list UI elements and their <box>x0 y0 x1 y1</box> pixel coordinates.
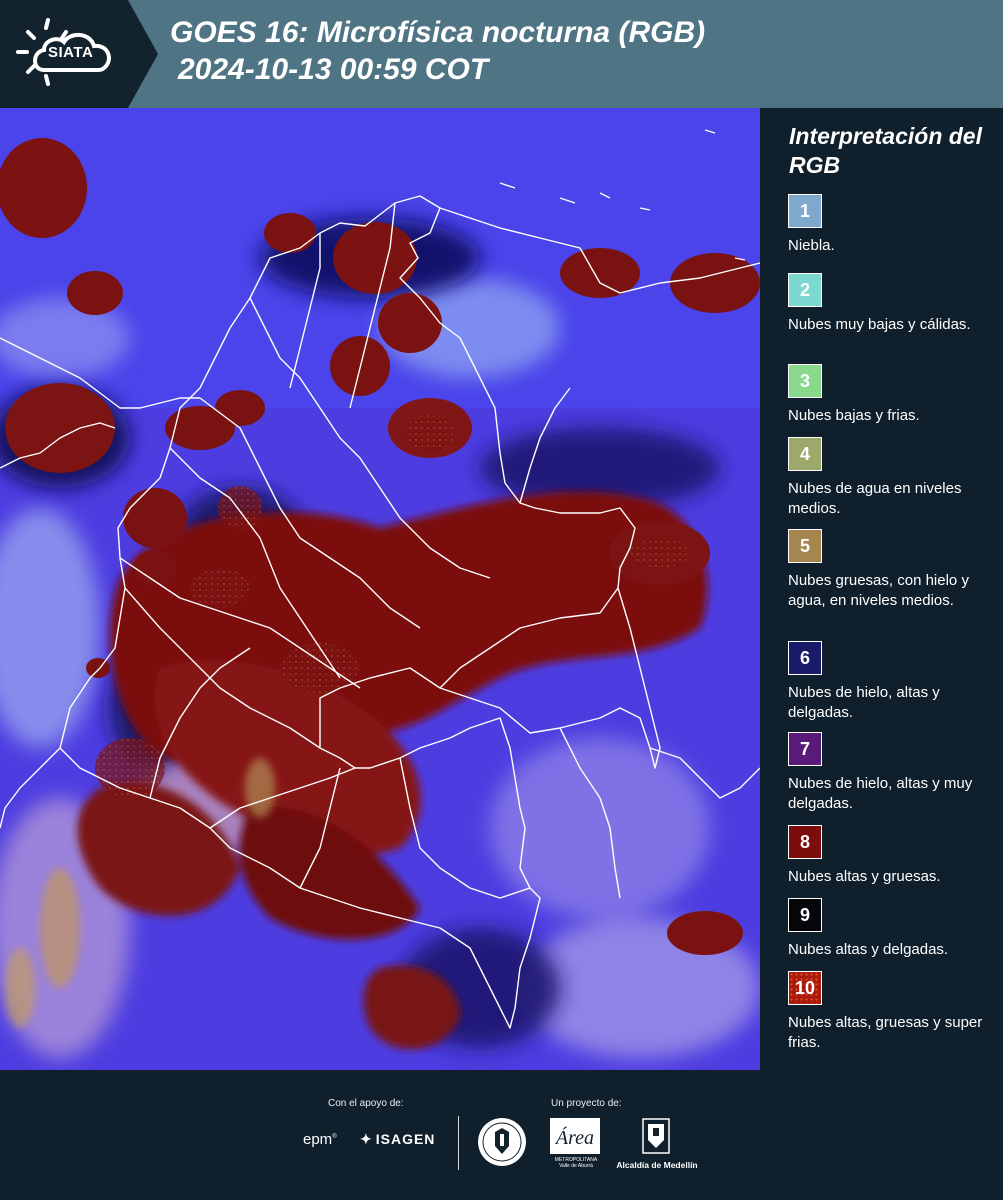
legend-swatch: 2 <box>788 273 822 307</box>
project-caption: Un proyecto de: <box>551 1098 622 1109</box>
legend-swatch: 7 <box>788 732 822 766</box>
satellite-image <box>0 108 760 1070</box>
legend-description: Nubes bajas y frias. <box>788 407 920 424</box>
area-logo-text: METROPOLITANA Valle de Aburrá <box>554 1157 598 1169</box>
legend-swatch: 8 <box>788 825 822 859</box>
legend-item-nubes-bajas: 3 Nubes bajas y frias. <box>788 364 998 426</box>
legend-description: Niebla. <box>788 237 835 254</box>
page-title: GOES 16: Microfísica nocturna (RGB) <box>170 16 706 49</box>
legend-swatch: 3 <box>788 364 822 398</box>
legend-item-nubes-altas-delgadas: 9 Nubes altas y delgadas. <box>788 898 998 960</box>
legend-swatch: 4 <box>788 437 822 471</box>
svg-text:Área: Área <box>554 1126 594 1149</box>
legend-description: Nubes muy bajas y cálidas. <box>788 316 971 333</box>
header-bar: SIATA GOES 16: Microfísica nocturna (RGB… <box>0 0 1003 108</box>
page-timestamp: 2024-10-13 00:59 COT <box>178 53 489 86</box>
legend-swatch: 10 <box>788 971 822 1005</box>
legend-item-nubes-agua-medios: 4 Nubes de agua en niveles medios. <box>788 437 998 519</box>
legend-item-nubes-super-frias: 10 Nubes altas, gruesas y super frias. <box>788 971 998 1053</box>
legend-title: Interpretación del RGB <box>789 123 982 178</box>
siata-logo-text: SIATA <box>48 44 94 61</box>
legend-item-niebla: 1 Niebla. <box>788 194 998 256</box>
legend-item-nubes-gruesas-hielo-agua: 5 Nubes gruesas, con hielo y agua, en ni… <box>788 529 998 611</box>
footer-divider <box>458 1116 459 1170</box>
alcaldia-logo-text: Alcaldía de Medellín <box>616 1160 698 1170</box>
legend-description: Nubes altas y delgadas. <box>788 941 949 958</box>
legend-swatch: 5 <box>788 529 822 563</box>
isagen-logo: ✦ ISAGEN <box>360 1131 435 1148</box>
isagen-mark-icon: ✦ <box>360 1131 373 1147</box>
legend-description: Nubes de agua en niveles medios. <box>788 480 962 517</box>
legend-description: Nubes altas, gruesas y super frias. <box>788 1014 983 1051</box>
legend-item-nubes-muy-bajas: 2 Nubes muy bajas y cálidas. <box>788 273 998 335</box>
isagen-logo-text: ISAGEN <box>375 1131 436 1147</box>
epm-logo-text: epm <box>303 1131 333 1148</box>
seal-logo <box>478 1118 526 1166</box>
legend-item-nubes-hielo-muy-delgadas: 7 Nubes de hielo, altas y muy delgadas. <box>788 732 998 814</box>
legend-description: Nubes de hielo, altas y muy delgadas. <box>788 775 973 812</box>
legend-swatch: 1 <box>788 194 822 228</box>
legend-item-nubes-altas-gruesas: 8 Nubes altas y gruesas. <box>788 825 998 887</box>
satellite-map <box>0 108 760 1070</box>
legend-item-nubes-hielo-delgadas: 6 Nubes de hielo, altas y delgadas. <box>788 641 998 723</box>
legend-description: Nubes altas y gruesas. <box>788 868 941 885</box>
legend-swatch: 9 <box>788 898 822 932</box>
logo-block: SIATA <box>0 0 160 108</box>
alcaldia-shield-logo <box>642 1118 670 1154</box>
legend-swatch: 6 <box>788 641 822 675</box>
legend-description: Nubes gruesas, con hielo y agua, en nive… <box>788 572 969 609</box>
legend-panel: Interpretación del RGB 1 Niebla. 2 Nubes… <box>760 108 1003 1070</box>
footer: Con el apoyo de: Un proyecto de: epm® ✦ I… <box>0 1070 1003 1200</box>
support-caption: Con el apoyo de: <box>328 1098 404 1109</box>
legend-description: Nubes de hielo, altas y delgadas. <box>788 684 940 721</box>
epm-logo: epm® <box>303 1131 337 1148</box>
